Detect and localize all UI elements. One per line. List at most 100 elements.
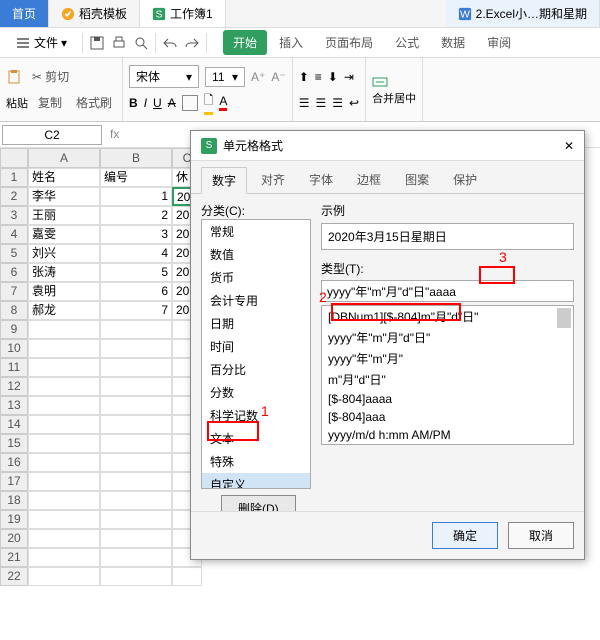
cell[interactable]: 嘉雯 <box>28 225 100 244</box>
cell[interactable] <box>100 491 172 510</box>
cell[interactable] <box>28 510 100 529</box>
category-item[interactable]: 数值 <box>202 243 310 266</box>
category-item[interactable]: 时间 <box>202 335 310 358</box>
cell[interactable] <box>28 377 100 396</box>
align-top-icon[interactable]: ⬆ <box>299 70 309 84</box>
decrease-font-icon[interactable]: A⁻ <box>271 70 285 84</box>
dtab-align[interactable]: 对齐 <box>251 167 295 193</box>
cell[interactable] <box>100 415 172 434</box>
dtab-number[interactable]: 数字 <box>201 167 247 194</box>
cell[interactable]: 6 <box>100 282 172 301</box>
category-item[interactable]: 货币 <box>202 266 310 289</box>
cell[interactable] <box>100 472 172 491</box>
type-list[interactable]: [DBNum1][$-804]m"月"d"日"yyyy"年"m"月"d"日" yy… <box>321 305 574 445</box>
cell[interactable] <box>28 491 100 510</box>
cell[interactable] <box>100 377 172 396</box>
merge-icon[interactable] <box>372 74 388 90</box>
type-option[interactable]: m"月"d"日" <box>322 369 573 390</box>
ok-button[interactable]: 确定 <box>432 522 498 549</box>
cell[interactable] <box>28 529 100 548</box>
category-item[interactable]: 会计专用 <box>202 289 310 312</box>
col-A[interactable]: A <box>28 148 100 168</box>
cell[interactable]: 王丽 <box>28 206 100 225</box>
undo-icon[interactable] <box>162 35 178 51</box>
rtab-review[interactable]: 审阅 <box>477 30 521 55</box>
row-header[interactable]: 20 <box>0 529 28 548</box>
cell[interactable] <box>28 320 100 339</box>
category-list[interactable]: 常规数值货币会计专用日期时间百分比分数科学记数文本特殊自定义 <box>201 219 311 489</box>
row-header[interactable]: 22 <box>0 567 28 586</box>
row-header[interactable]: 18 <box>0 491 28 510</box>
cell[interactable]: 7 <box>100 301 172 320</box>
category-item[interactable]: 日期 <box>202 312 310 335</box>
align-mid-icon[interactable]: ≡ <box>315 70 322 84</box>
row-header[interactable]: 14 <box>0 415 28 434</box>
cell[interactable] <box>100 358 172 377</box>
cell[interactable] <box>100 510 172 529</box>
type-option[interactable]: [DBNum1][$-804]m"月"d"日" <box>322 306 573 327</box>
row-header[interactable]: 1 <box>0 168 28 187</box>
dtab-protect[interactable]: 保护 <box>443 167 487 193</box>
row-header[interactable]: 16 <box>0 453 28 472</box>
fill-color-icon[interactable]: 🗋 <box>204 91 214 115</box>
rtab-start[interactable]: 开始 <box>223 30 267 55</box>
category-item[interactable]: 科学记数 <box>202 404 310 427</box>
size-select[interactable]: 11▾ <box>205 67 245 87</box>
cell[interactable]: 姓名 <box>28 168 100 187</box>
dtab-border[interactable]: 边框 <box>347 167 391 193</box>
row-header[interactable]: 10 <box>0 339 28 358</box>
row-header[interactable]: 12 <box>0 377 28 396</box>
indent-icon[interactable]: ⇥ <box>344 70 354 84</box>
close-icon[interactable]: ✕ <box>564 139 574 153</box>
row-header[interactable]: 3 <box>0 206 28 225</box>
align-left-icon[interactable]: ☰ <box>299 96 310 110</box>
cell[interactable]: 2 <box>100 206 172 225</box>
cell[interactable] <box>28 472 100 491</box>
dtab-font[interactable]: 字体 <box>299 167 343 193</box>
row-header[interactable]: 8 <box>0 301 28 320</box>
copy-button[interactable]: 复制 <box>34 92 66 113</box>
category-item[interactable]: 百分比 <box>202 358 310 381</box>
cell[interactable] <box>28 453 100 472</box>
cancel-button[interactable]: 取消 <box>508 522 574 549</box>
cell[interactable] <box>100 567 172 586</box>
cell[interactable] <box>28 396 100 415</box>
cell[interactable]: 刘兴 <box>28 244 100 263</box>
category-item[interactable]: 分数 <box>202 381 310 404</box>
cell[interactable] <box>100 396 172 415</box>
cell[interactable]: 张涛 <box>28 263 100 282</box>
type-input[interactable] <box>321 280 574 302</box>
bold-icon[interactable]: B <box>129 96 138 110</box>
row-header[interactable]: 4 <box>0 225 28 244</box>
type-option[interactable]: yyyy"年"m"月"d"日" <box>322 327 573 348</box>
dtab-pattern[interactable]: 图案 <box>395 167 439 193</box>
row-header[interactable]: 21 <box>0 548 28 567</box>
cell[interactable]: 李华 <box>28 187 100 206</box>
type-option[interactable]: [$-804]aaa <box>322 408 573 426</box>
tab-rightdoc[interactable]: W 2.Excel小…期和星期 <box>446 0 600 27</box>
tab-template[interactable]: 稻壳模板 <box>49 0 140 27</box>
cell[interactable] <box>28 567 100 586</box>
align-center-icon[interactable]: ☰ <box>315 96 326 110</box>
cell[interactable] <box>100 548 172 567</box>
cell[interactable]: 编号 <box>100 168 172 187</box>
row-header[interactable]: 13 <box>0 396 28 415</box>
increase-font-icon[interactable]: A⁺ <box>251 70 265 84</box>
wrap-icon[interactable]: ↩ <box>349 96 359 110</box>
row-header[interactable]: 19 <box>0 510 28 529</box>
print-icon[interactable] <box>111 35 127 51</box>
cell[interactable]: 郝龙 <box>28 301 100 320</box>
type-option[interactable]: yyyy/m/d h:mm AM/PM <box>322 426 573 444</box>
strike-icon[interactable]: A <box>168 96 176 110</box>
save-icon[interactable] <box>89 35 105 51</box>
cell[interactable]: 4 <box>100 244 172 263</box>
row-header[interactable]: 6 <box>0 263 28 282</box>
tab-home[interactable]: 首页 <box>0 0 49 27</box>
italic-icon[interactable]: I <box>144 96 147 110</box>
row-header[interactable]: 5 <box>0 244 28 263</box>
category-item[interactable]: 常规 <box>202 220 310 243</box>
underline-icon[interactable]: U <box>153 96 162 110</box>
category-item[interactable]: 文本 <box>202 427 310 450</box>
name-box[interactable]: C2 <box>2 125 102 145</box>
row-header[interactable]: 17 <box>0 472 28 491</box>
